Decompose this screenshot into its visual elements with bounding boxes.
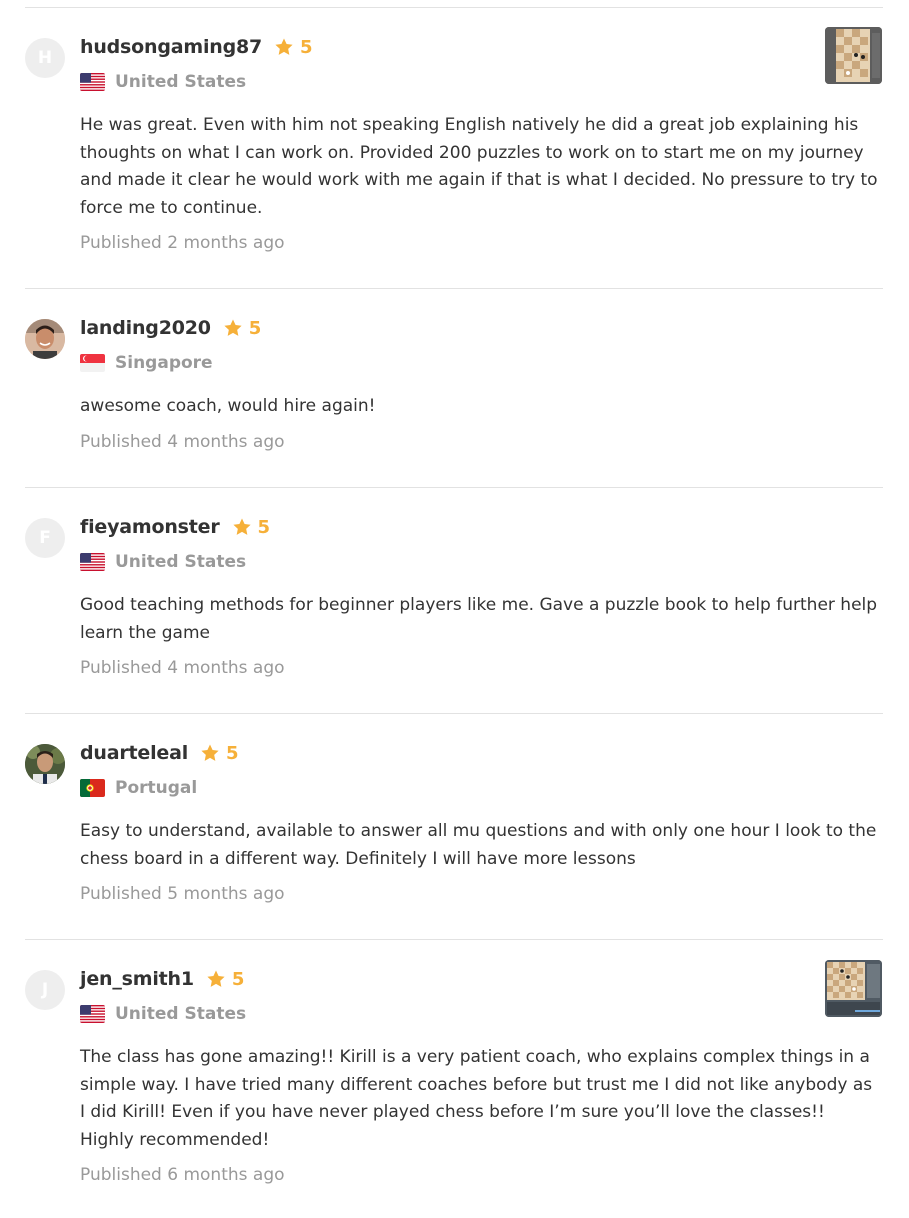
country-row: United States [80, 71, 246, 93]
attachment-thumbnail[interactable] [825, 960, 882, 1017]
review-header: duarteleal 5 [80, 741, 239, 765]
country-name: United States [115, 72, 247, 92]
avatar-initial: F [39, 528, 51, 548]
star-icon [274, 37, 294, 57]
avatar[interactable] [25, 319, 65, 359]
star-icon [200, 743, 220, 763]
country-row: United States [80, 551, 246, 573]
username[interactable]: landing2020 [80, 317, 211, 339]
username[interactable]: hudsongaming87 [80, 36, 262, 58]
divider [25, 713, 883, 714]
country-row: United States [80, 1003, 246, 1025]
star-icon [206, 969, 226, 989]
singapore-flag-icon [80, 354, 105, 372]
review-header: hudsongaming87 5 [80, 35, 313, 59]
review-text: awesome coach, would hire again! [80, 396, 376, 416]
star-icon [232, 517, 252, 537]
review-header: fieyamonster 5 [80, 515, 270, 539]
published-date: Published 4 months ago [80, 432, 285, 452]
review-text: The class has gone amazing!! Kirill is a… [80, 1047, 873, 1150]
us-flag-icon [80, 553, 105, 571]
published-date: Published 5 months ago [80, 884, 285, 904]
published-date: Published 4 months ago [80, 658, 285, 678]
country-name: Portugal [115, 778, 198, 798]
country-name: Singapore [115, 353, 213, 373]
country-row: Singapore [80, 352, 213, 374]
avatar-initial: H [37, 48, 53, 68]
divider [25, 939, 883, 940]
avatar[interactable]: F [25, 518, 65, 558]
portugal-flag-icon [80, 779, 105, 797]
review-header: jen_smith1 5 [80, 967, 244, 991]
user-photo [25, 319, 65, 359]
rating-value: 5 [300, 36, 313, 58]
attachment-thumbnail[interactable] [825, 27, 882, 84]
divider [25, 288, 883, 289]
username[interactable]: jen_smith1 [80, 968, 194, 990]
published-date: Published 6 months ago [80, 1165, 285, 1185]
us-flag-icon [80, 1005, 105, 1023]
review-text: Good teaching methods for beginner playe… [80, 595, 878, 643]
review-header: landing2020 5 [80, 316, 261, 340]
published-date: Published 2 months ago [80, 233, 285, 253]
us-flag-icon [80, 73, 105, 91]
avatar[interactable]: H [25, 38, 65, 78]
country-name: United States [115, 552, 247, 572]
country-row: Portugal [80, 777, 197, 799]
star-icon [223, 318, 243, 338]
divider [25, 7, 883, 8]
username[interactable]: duarteleal [80, 742, 188, 764]
avatar[interactable] [25, 744, 65, 784]
rating-value: 5 [231, 968, 245, 990]
review-text: Easy to understand, available to answer … [80, 821, 877, 869]
divider [25, 487, 883, 488]
review-text: He was great. Even with him not speaking… [80, 115, 878, 218]
avatar-initial: J [41, 980, 49, 1000]
avatar[interactable]: J [25, 970, 65, 1010]
user-photo [25, 744, 65, 784]
username[interactable]: fieyamonster [80, 516, 220, 538]
rating-value: 5 [257, 516, 271, 538]
country-name: United States [115, 1004, 247, 1024]
rating-value: 5 [248, 317, 262, 339]
reviews-list: H hudsongaming87 5 United States He was … [0, 0, 909, 1218]
rating-value: 5 [226, 742, 239, 764]
